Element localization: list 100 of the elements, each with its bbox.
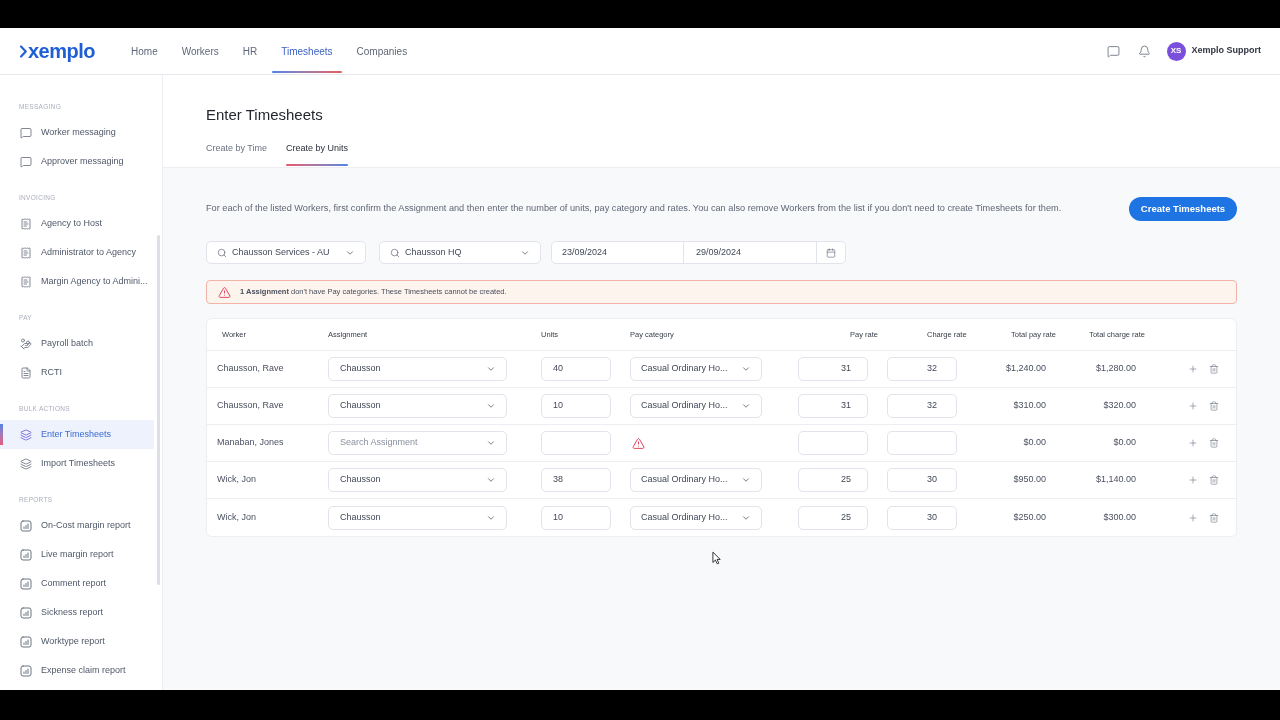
units-input[interactable]: 10 — [541, 505, 611, 530]
trash-icon — [1209, 401, 1219, 411]
document-icon — [20, 366, 32, 379]
sidebar-item[interactable]: Worktype report — [0, 627, 154, 656]
instructions-text: For each of the listed Workers, first confirm the Assignment and then enter the number of units, pay category and rates. You can also remove Workers from the list if you don't need to create Timesheets for them. — [206, 202, 1062, 216]
sidebar-item[interactable]: RCTI — [0, 358, 154, 387]
plus-icon — [1188, 401, 1198, 411]
sidebar-item[interactable]: Administrator to Agency — [0, 238, 154, 267]
sidebar-item[interactable]: Expense claim report — [0, 656, 154, 685]
table-cell-text: $250.00 — [1012, 510, 1047, 524]
pay-rate-input[interactable]: 25 — [798, 468, 868, 492]
layers-icon — [20, 457, 32, 470]
charge-rate-input[interactable] — [887, 431, 957, 455]
date-range-picker[interactable]: 23/09/2024 29/09/2024 — [551, 241, 846, 264]
add-row-button[interactable] — [1187, 474, 1199, 486]
nav-link[interactable]: Home — [122, 28, 167, 74]
assignment-select[interactable]: Chausson — [328, 394, 507, 418]
nav-link[interactable]: Workers — [172, 28, 228, 74]
sidebar-item[interactable]: Worker messaging — [0, 118, 154, 147]
nav-link[interactable]: Timesheets — [272, 28, 342, 74]
logo-mark-icon — [20, 44, 27, 58]
trash-icon — [1209, 438, 1219, 448]
pay-category-select[interactable]: Casual Ordinary Ho... — [630, 505, 762, 530]
table-cell-text: Chausson, Rave — [216, 399, 285, 413]
sidebar-item[interactable]: Live margin report — [0, 540, 154, 569]
pay-category-select[interactable]: Casual Ordinary Ho... — [630, 394, 762, 418]
charge-rate-input[interactable]: 32 — [887, 357, 957, 381]
delete-row-button[interactable] — [1208, 363, 1220, 375]
pay-category-select[interactable]: Casual Ordinary Ho... — [630, 357, 762, 381]
bar-chart-icon — [20, 635, 32, 648]
nav-link[interactable]: Companies — [347, 28, 417, 74]
pay-rate-input[interactable]: 31 — [798, 394, 868, 418]
sidebar-item[interactable]: Sickness report — [0, 598, 154, 627]
bar-chart-icon — [20, 548, 32, 561]
plus-icon — [1188, 512, 1198, 523]
add-row-button[interactable] — [1187, 437, 1199, 449]
scrollbar-thumb[interactable] — [157, 235, 160, 585]
delete-row-button[interactable] — [1208, 400, 1220, 412]
sidebar-item[interactable]: Comment report — [0, 569, 154, 598]
assignment-select[interactable]: Chausson — [328, 468, 507, 492]
units-input[interactable]: 40 — [541, 357, 611, 381]
plus-icon — [1188, 438, 1198, 448]
table-cell-text: $0.00 — [1022, 436, 1047, 450]
delete-row-button[interactable] — [1208, 437, 1220, 449]
chevron-down-icon — [741, 475, 751, 485]
pay-rate-input[interactable] — [798, 431, 868, 455]
charge-rate-input[interactable]: 30 — [887, 468, 957, 492]
pay-rate-input[interactable]: 25 — [798, 505, 868, 530]
sidebar-item[interactable]: Import Timesheets — [0, 449, 154, 478]
logo-wordmark[interactable]: xemplo — [28, 40, 96, 62]
table-cell-text: Manaban, Jones — [216, 436, 285, 450]
tab[interactable]: Create by Time — [206, 134, 268, 167]
avatar[interactable]: XS — [1166, 41, 1186, 61]
bar-chart-icon — [20, 519, 32, 532]
table-cell-text: Chausson, Rave — [216, 362, 285, 376]
site-select[interactable]: Chausson HQ — [379, 241, 541, 264]
chat-icon[interactable] — [1106, 44, 1120, 58]
sidebar-item[interactable]: On-Cost margin report — [0, 511, 154, 540]
sidebar-item[interactable]: Payroll batch — [0, 329, 154, 358]
trash-icon — [1209, 364, 1219, 374]
table-cell-text: Wick, Jon — [216, 510, 257, 524]
create-timesheets-button[interactable]: Create Timesheets — [1129, 197, 1237, 221]
message-icon — [20, 155, 32, 168]
assignment-select[interactable]: Chausson — [328, 357, 507, 381]
receipt-icon — [20, 246, 32, 259]
charge-rate-input[interactable]: 32 — [887, 394, 957, 418]
chevron-down-icon — [486, 401, 496, 411]
table-cell-text: Wick, Jon — [216, 473, 257, 487]
company-select[interactable]: Chausson Services - AU — [206, 241, 366, 264]
end-date-field[interactable]: 29/09/2024 — [684, 242, 817, 263]
sidebar-item[interactable]: Margin Agency to Admini... — [0, 267, 154, 296]
sidebar-item[interactable]: Enter Timesheets — [0, 420, 154, 449]
table-cell-text: $950.00 — [1012, 473, 1047, 487]
notifications-bell-icon[interactable] — [1137, 44, 1151, 58]
pay-rate-input[interactable]: 31 — [798, 357, 868, 381]
pay-category-select[interactable]: Casual Ordinary Ho... — [630, 468, 762, 492]
add-row-button[interactable] — [1187, 400, 1199, 412]
nav-link[interactable]: HR — [233, 28, 267, 74]
add-row-button[interactable] — [1187, 363, 1199, 375]
bar-chart-icon — [20, 577, 32, 590]
table-cell-text: $320.00 — [1102, 399, 1137, 413]
chevron-down-icon — [741, 364, 751, 374]
table-cell-text: $300.00 — [1102, 510, 1137, 524]
table-cell-text: $1,140.00 — [1094, 473, 1137, 487]
units-input[interactable] — [541, 431, 611, 455]
delete-row-button[interactable] — [1208, 511, 1220, 524]
delete-row-button[interactable] — [1208, 474, 1220, 486]
charge-rate-input[interactable]: 30 — [887, 505, 957, 530]
search-icon — [390, 247, 400, 258]
start-date-field[interactable]: 23/09/2024 — [552, 242, 684, 263]
units-input[interactable]: 38 — [541, 468, 611, 492]
receipt-icon — [20, 275, 32, 288]
chevron-down-icon — [486, 364, 496, 374]
assignment-select[interactable]: Chausson — [328, 505, 507, 530]
units-input[interactable]: 10 — [541, 394, 611, 418]
sidebar-item[interactable]: Agency to Host — [0, 209, 154, 238]
calendar-icon[interactable] — [826, 247, 836, 258]
sidebar-item[interactable]: Approver messaging — [0, 147, 154, 176]
tab[interactable]: Create by Units — [286, 134, 349, 167]
user-name[interactable]: Xemplo Support — [1191, 44, 1261, 58]
